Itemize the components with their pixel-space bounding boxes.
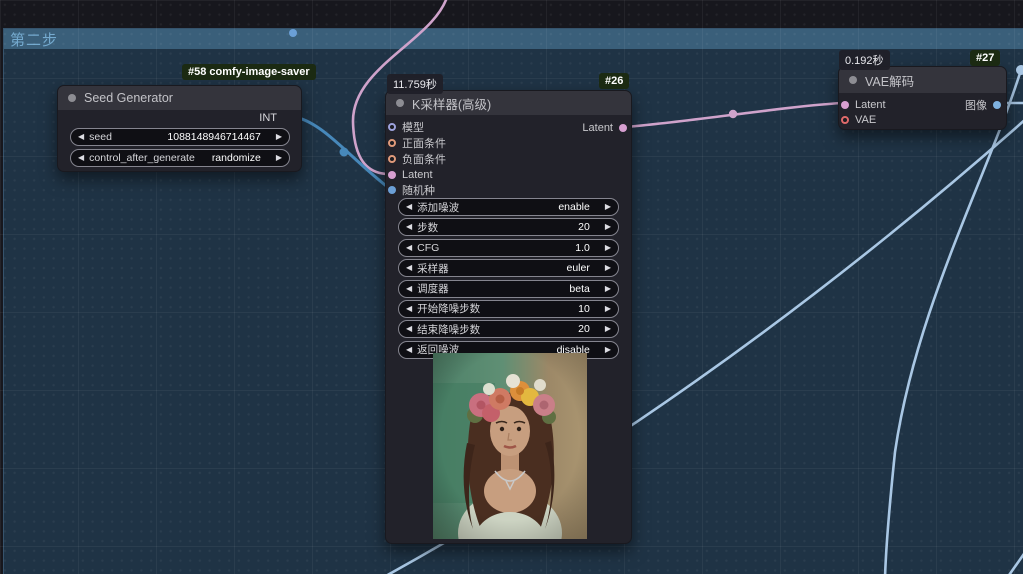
output-label-int: INT (259, 112, 277, 124)
widget-add-noise[interactable]: ◀ 添加噪波 enable ▶ (398, 198, 619, 216)
collapse-dot-icon[interactable] (849, 76, 857, 84)
decrement-arrow-icon[interactable]: ◀ (406, 203, 412, 211)
group-step2-header[interactable]: 第二步 (4, 29, 1023, 49)
node-seed-generator[interactable]: Seed Generator INT ◀ seed 10881489467144… (57, 29, 302, 172)
ksampler-widgets: ◀ 添加噪波 enable ▶ ◀ 步数 20 ▶ ◀ CFG 1.0 ▶ ◀ … (398, 198, 619, 359)
badge-node-27: #27 (970, 50, 1001, 66)
increment-arrow-icon[interactable]: ▶ (605, 243, 611, 252)
widget-value: randomize (211, 152, 261, 164)
widget-value: 20 (578, 323, 590, 336)
widget-value: 10 (578, 302, 590, 315)
badge-node-26: #26 (599, 73, 630, 89)
timing-ksampler: 11.759秒 (387, 74, 443, 94)
node-ksampler-advanced[interactable]: K采样器(高级) 模型 正面条件 负面条件 Latent 随机种 Latent (385, 90, 632, 544)
output-label-latent: Latent (582, 121, 613, 134)
increment-arrow-icon[interactable]: ▶ (605, 345, 611, 354)
widget-label: control_after_generate (89, 152, 195, 164)
node-seed-generator-header[interactable]: Seed Generator (58, 86, 301, 110)
increment-arrow-icon[interactable]: ▶ (605, 325, 611, 333)
node-title: K采样器(高级) (412, 97, 492, 112)
increment-arrow-icon[interactable]: ▶ (276, 133, 282, 141)
timing-vae: 0.192秒 (839, 50, 890, 70)
input-port-vae[interactable] (841, 115, 849, 124)
widget-seed[interactable]: ◀ seed 1088148946714467 ▶ (70, 128, 290, 146)
input-label-positive: 正面条件 (402, 137, 446, 150)
widget-sampler[interactable]: ◀ 采样器 euler ▶ (398, 259, 619, 278)
preview-image (433, 353, 587, 539)
decrement-arrow-icon[interactable]: ◀ (406, 304, 412, 313)
collapse-dot-icon[interactable] (396, 99, 404, 107)
widget-value: enable (558, 201, 590, 213)
decrement-arrow-icon[interactable]: ◀ (406, 325, 412, 333)
increment-arrow-icon[interactable]: ▶ (605, 223, 611, 231)
decrement-arrow-icon[interactable]: ◀ (78, 133, 84, 141)
output-label-image: 图像 (965, 99, 987, 112)
widget-label: 添加噪波 (417, 201, 460, 214)
decrement-arrow-icon[interactable]: ◀ (406, 345, 412, 354)
increment-arrow-icon[interactable]: ▶ (605, 203, 611, 211)
input-port-seed[interactable] (388, 185, 396, 194)
widget-label: 结束降噪步数 (417, 323, 481, 336)
increment-arrow-icon[interactable]: ▶ (605, 304, 611, 313)
widget-cfg[interactable]: ◀ CFG 1.0 ▶ (398, 238, 619, 257)
widget-control-after-generate[interactable]: ◀ control_after_generate randomize ▶ (70, 149, 290, 167)
input-label-vae: VAE (855, 113, 877, 126)
input-label-latent: Latent (402, 168, 433, 181)
input-port-latent[interactable] (388, 170, 396, 179)
widget-scheduler[interactable]: ◀ 调度器 beta ▶ (398, 279, 619, 298)
badge-node-58: #58 comfy-image-saver (182, 64, 316, 80)
widget-value: 1.0 (575, 241, 590, 254)
node-vae-decode[interactable]: VAE解码 Latent VAE 图像 (838, 66, 1007, 130)
input-port-model[interactable] (388, 122, 396, 131)
output-port-latent[interactable] (619, 123, 627, 132)
input-port-positive[interactable] (388, 138, 396, 147)
decrement-arrow-icon[interactable]: ◀ (406, 223, 412, 231)
output-port-image[interactable] (993, 100, 1001, 109)
widget-steps[interactable]: ◀ 步数 20 ▶ (398, 218, 619, 237)
increment-arrow-icon[interactable]: ▶ (605, 264, 611, 272)
widget-end-step[interactable]: ◀ 结束降噪步数 20 ▶ (398, 320, 619, 339)
node-graph-canvas[interactable]: 第二步 #58 comfy-image-saver 11.759秒 #26 0.… (0, 0, 1023, 574)
widget-label: 采样器 (417, 262, 449, 275)
node-title: VAE解码 (865, 74, 915, 89)
output-port-int[interactable] (289, 29, 297, 37)
decrement-arrow-icon[interactable]: ◀ (406, 284, 412, 293)
decrement-arrow-icon[interactable]: ◀ (78, 154, 84, 162)
widget-value: euler (566, 262, 590, 275)
widget-label: CFG (417, 241, 440, 254)
group-title: 第二步 (10, 31, 59, 49)
input-label-latent: Latent (855, 98, 886, 111)
node-vae-header[interactable]: VAE解码 (839, 67, 1006, 93)
decrement-arrow-icon[interactable]: ◀ (406, 243, 412, 252)
widget-label: 调度器 (417, 283, 449, 296)
widget-label: 开始降噪步数 (417, 303, 481, 316)
widget-value: 1088148946714467 (167, 131, 261, 143)
input-port-latent[interactable] (841, 100, 849, 109)
input-port-negative[interactable] (388, 154, 396, 163)
widget-label: 步数 (417, 221, 439, 234)
input-label-seed: 随机种 (402, 184, 435, 197)
collapse-dot-icon[interactable] (68, 94, 76, 102)
widget-start-step[interactable]: ◀ 开始降噪步数 10 ▶ (398, 299, 619, 318)
input-label-negative: 负面条件 (402, 153, 446, 166)
node-title: Seed Generator (84, 91, 173, 105)
widget-label: seed (89, 131, 112, 143)
input-label-model: 模型 (402, 121, 424, 134)
increment-arrow-icon[interactable]: ▶ (276, 154, 282, 162)
node-ksampler-header[interactable]: K采样器(高级) (386, 91, 631, 115)
widget-value: 20 (578, 221, 590, 234)
decrement-arrow-icon[interactable]: ◀ (406, 264, 412, 272)
increment-arrow-icon[interactable]: ▶ (605, 284, 611, 293)
widget-value: beta (569, 282, 590, 295)
